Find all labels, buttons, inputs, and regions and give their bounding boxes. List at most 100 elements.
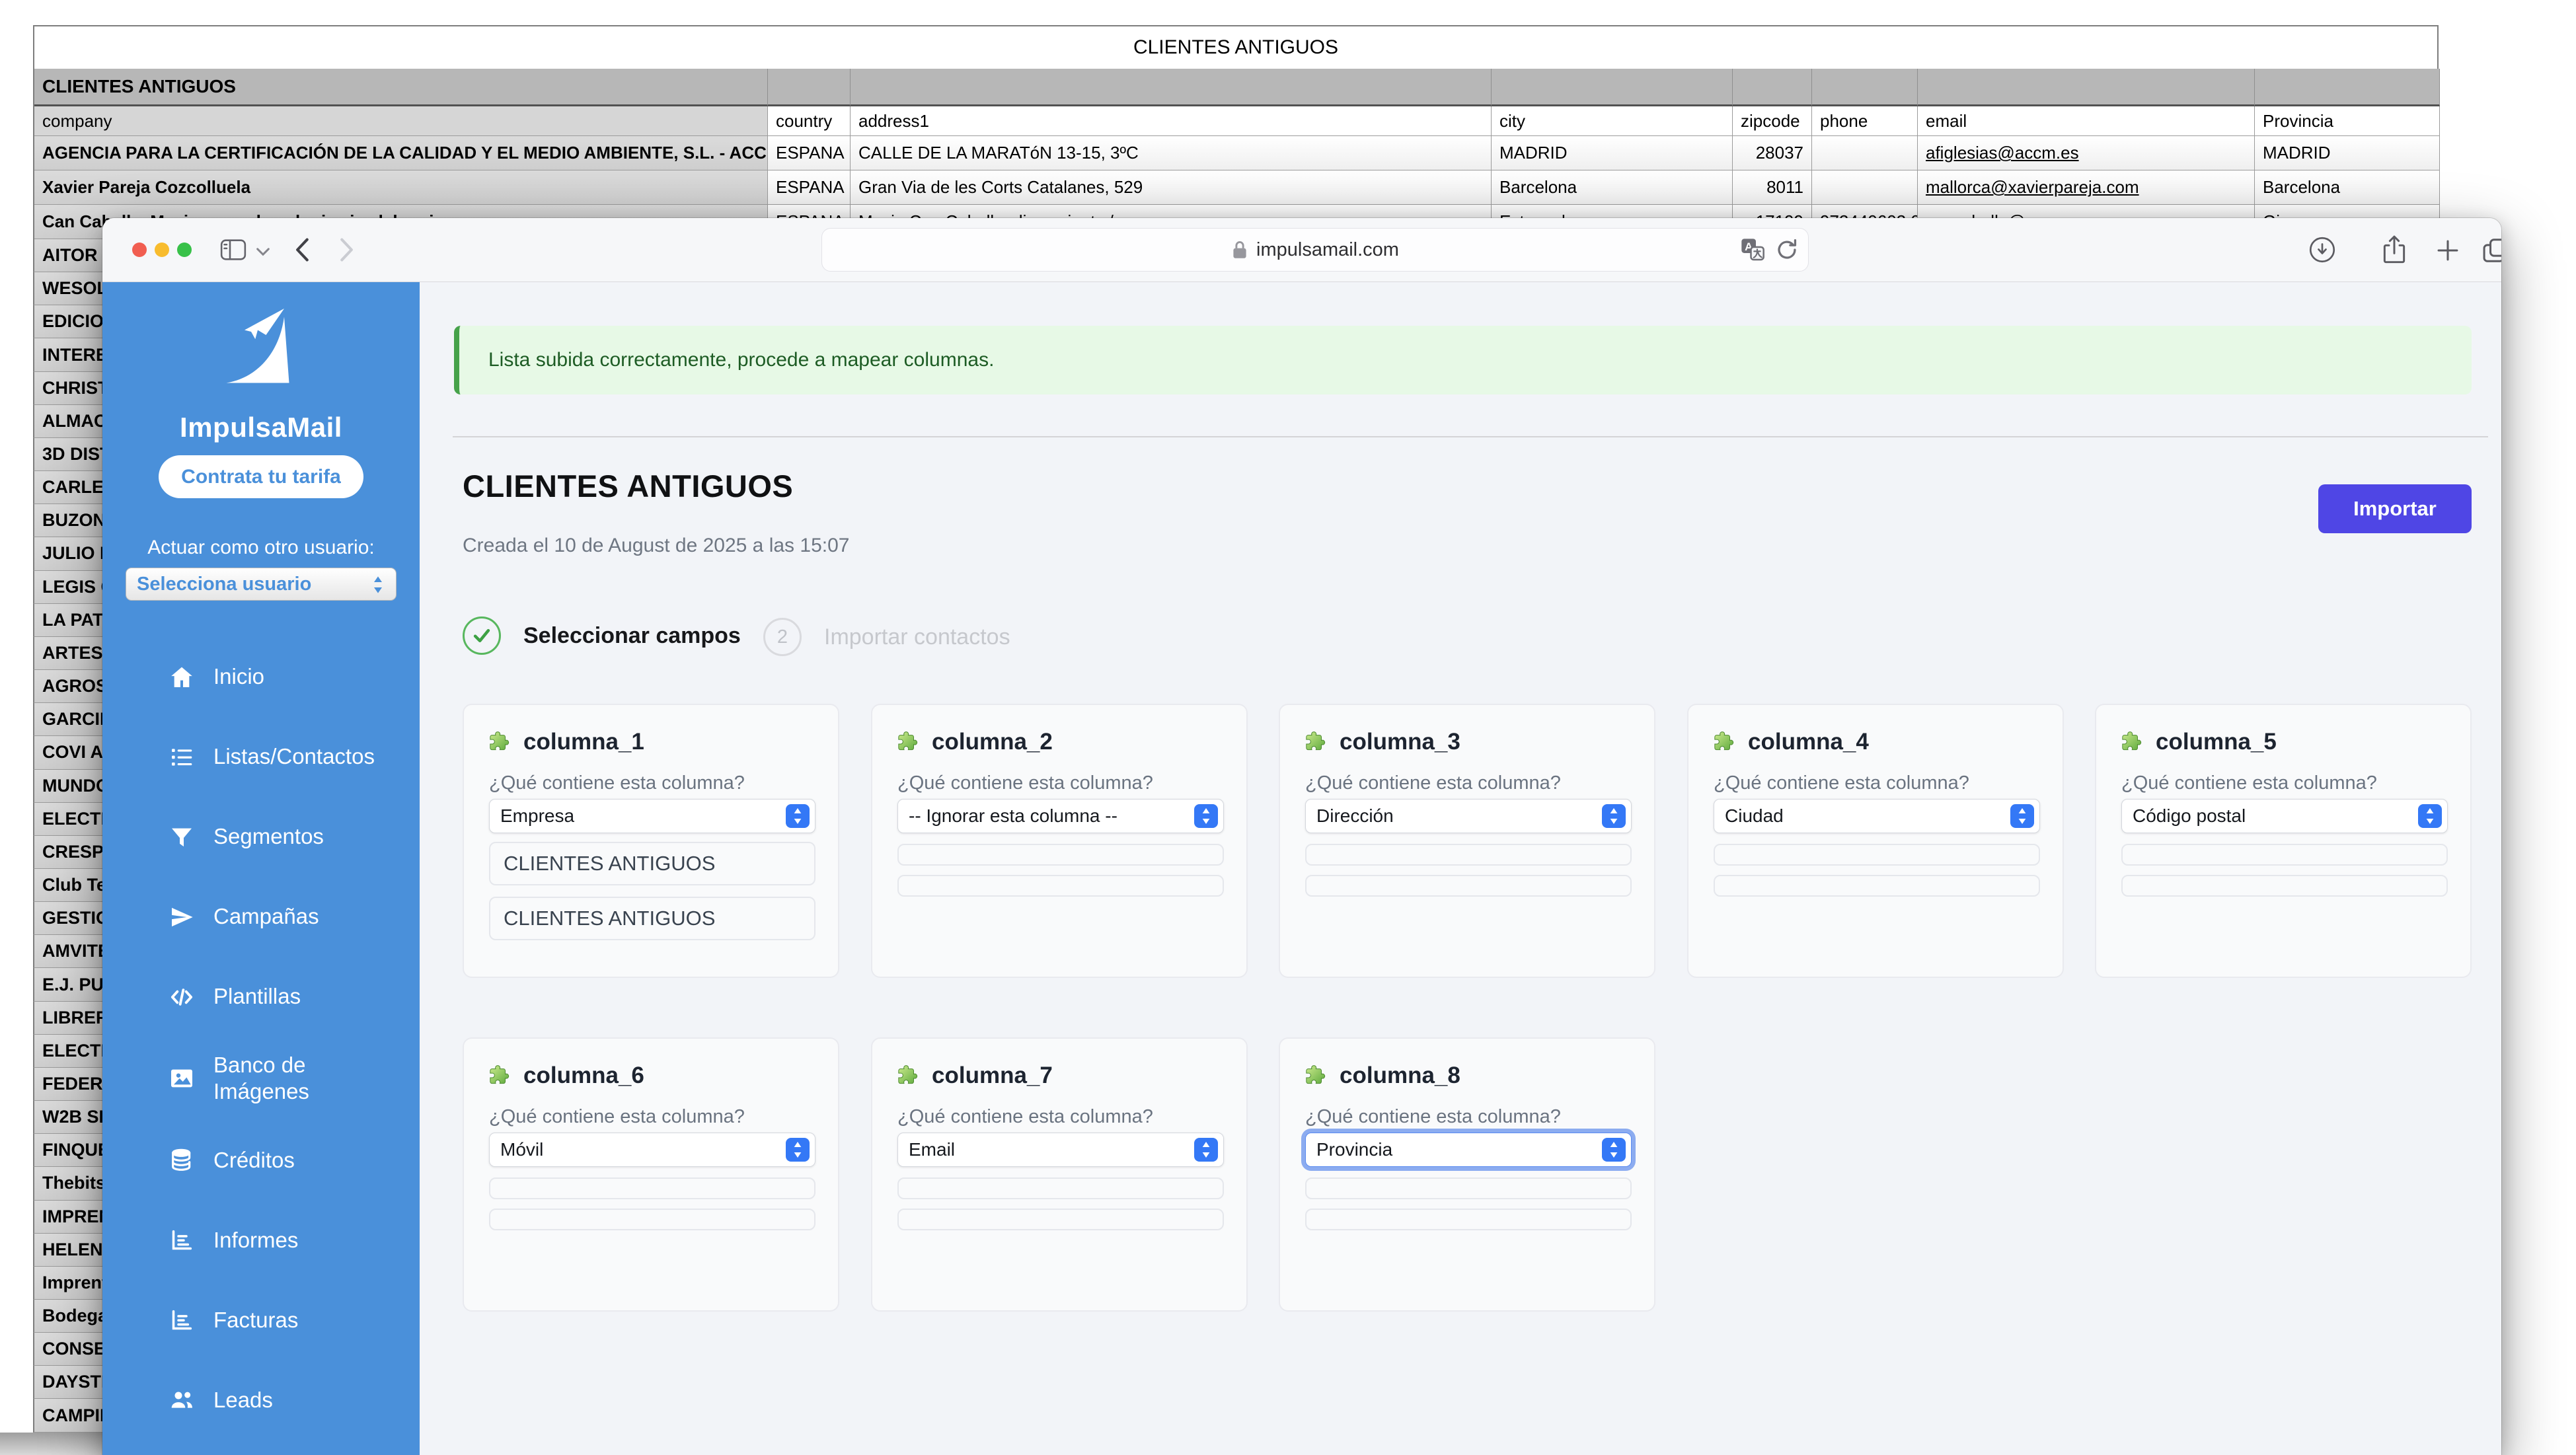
sheet-cell[interactable]: mallorca@xavierpareja.com xyxy=(1918,170,2255,205)
sheet-cell[interactable] xyxy=(1812,136,1918,170)
sheet-cell[interactable]: Barcelona xyxy=(1492,170,1733,205)
sheet-cell[interactable]: CALLE DE LA MARATóN 13-15, 3ºC xyxy=(851,136,1492,170)
sheet-cell[interactable] xyxy=(1812,69,1918,106)
column-field-select[interactable]: -- Ignorar esta columna -- xyxy=(897,799,1224,833)
sheet-cell[interactable]: afiglesias@accm.es xyxy=(1918,136,2255,170)
puzzle-icon xyxy=(486,729,513,755)
sheet-cell[interactable] xyxy=(1812,170,1918,205)
column-preview-row xyxy=(1714,875,2040,897)
zoom-window-button[interactable] xyxy=(177,243,192,257)
sheet-cell[interactable]: 8011 xyxy=(1733,170,1812,205)
reload-icon[interactable] xyxy=(1775,238,1799,262)
sidebar-item-listas-contactos[interactable]: Listas/Contactos xyxy=(102,732,420,782)
sheet-cell[interactable]: address1 xyxy=(851,106,1492,136)
share-icon[interactable] xyxy=(2381,234,2407,266)
sidebar-item-label: Campañas xyxy=(213,903,375,930)
url-text: impulsamail.com xyxy=(1256,239,1399,261)
sidebar-item-informes[interactable]: Informes xyxy=(102,1216,420,1265)
sheet-cell[interactable] xyxy=(1733,69,1812,106)
sheet-cell[interactable]: Provincia xyxy=(2255,106,2440,136)
browser-window: impulsamail.com A xyxy=(102,218,2501,1455)
sheet-cell[interactable] xyxy=(1918,69,2255,106)
sheet-cell[interactable]: company xyxy=(34,106,768,136)
column-field-select[interactable]: Dirección xyxy=(1305,799,1632,833)
sidebar-item-label: Banco de Imágenes xyxy=(213,1052,375,1105)
sheet-cell[interactable]: country xyxy=(768,106,851,136)
sidebar-item-label: Listas/Contactos xyxy=(213,743,375,770)
column-field-select[interactable]: Provincia xyxy=(1305,1133,1632,1167)
sheet-band-row[interactable]: CLIENTES ANTIGUOS xyxy=(33,69,2440,106)
sheet-header-row[interactable]: companycountryaddress1cityzipcodephoneem… xyxy=(33,106,2440,136)
step-import-contacts[interactable]: 2 Importar contactos xyxy=(763,618,1010,656)
sidebar-item-leads[interactable]: Leads xyxy=(102,1376,420,1425)
column-field-select[interactable]: Ciudad xyxy=(1714,799,2040,833)
sheet-row[interactable]: AGENCIA PARA LA CERTIFICACIÓN DE LA CALI… xyxy=(33,136,2440,170)
close-window-button[interactable] xyxy=(132,243,147,257)
column-field-select[interactable]: Email xyxy=(897,1133,1224,1167)
step-check-icon xyxy=(463,616,501,655)
home-icon xyxy=(169,664,195,690)
minimize-window-button[interactable] xyxy=(155,243,169,257)
address-bar[interactable]: impulsamail.com A xyxy=(821,228,1809,272)
sheet-cell[interactable]: 28037 xyxy=(1733,136,1812,170)
sheet-cell[interactable]: AGENCIA PARA LA CERTIFICACIÓN DE LA CALI… xyxy=(34,136,768,170)
sheet-cell[interactable]: MADRID xyxy=(1492,136,1733,170)
browser-toolbar: impulsamail.com A xyxy=(102,218,2501,282)
sidebar-item-plantillas[interactable]: Plantillas xyxy=(102,972,420,1022)
back-icon[interactable] xyxy=(294,236,310,264)
column-field-select[interactable]: Empresa xyxy=(489,799,815,833)
sheet-row[interactable]: Xavier Pareja CozcolluelaESPANAGran Via … xyxy=(33,170,2440,205)
step-select-fields[interactable]: Seleccionar campos xyxy=(463,616,741,655)
downloads-icon[interactable] xyxy=(2308,235,2337,264)
sheet-cell[interactable]: phone xyxy=(1812,106,1918,136)
users-icon xyxy=(169,1387,195,1413)
chevron-down-icon[interactable] xyxy=(256,247,270,256)
sidebar-item-label: Inicio xyxy=(213,663,375,690)
sheet-cell[interactable]: CLIENTES ANTIGUOS xyxy=(34,69,768,106)
sheet-cell[interactable]: zipcode xyxy=(1733,106,1812,136)
sheet-cell[interactable] xyxy=(768,69,851,106)
sidebar-item-campa-as[interactable]: Campañas xyxy=(102,892,420,942)
screen: CLIENTES ANTIGUOS CLIENTES ANTIGUOS comp… xyxy=(0,0,2576,1455)
sidebar-item-facturas[interactable]: Facturas xyxy=(102,1296,420,1345)
column-question-label: ¿Qué contiene esta columna? xyxy=(1714,772,1969,794)
sheet-cell[interactable]: Xavier Pareja Cozcolluela xyxy=(34,170,768,205)
tab-overview-icon[interactable] xyxy=(2481,237,2501,264)
column-preview-row xyxy=(1305,1177,1632,1199)
translate-icon[interactable]: A xyxy=(1739,237,1766,263)
contract-plan-button[interactable]: Contrata tu tarifa xyxy=(159,455,363,498)
funnel-icon xyxy=(169,824,195,850)
sheet-cell[interactable] xyxy=(851,69,1492,106)
select-stepper-icon xyxy=(786,1138,810,1162)
column-title: columna_5 xyxy=(2156,729,2277,755)
sidebar-item-segmentos[interactable]: Segmentos xyxy=(102,812,420,862)
import-button[interactable]: Importar xyxy=(2318,484,2472,533)
column-field-select[interactable]: Móvil xyxy=(489,1133,815,1167)
sidebar-item-inicio[interactable]: Inicio xyxy=(102,652,420,702)
page-title: CLIENTES ANTIGUOS xyxy=(463,468,793,504)
select-stepper-icon xyxy=(2010,804,2034,828)
sheet-cell[interactable] xyxy=(1492,69,1733,106)
select-value: Provincia xyxy=(1306,1139,1392,1160)
sheet-cell[interactable]: MADRID xyxy=(2255,136,2440,170)
select-stepper-icon xyxy=(1602,1138,1626,1162)
new-tab-icon[interactable] xyxy=(2435,238,2460,263)
puzzle-icon xyxy=(1303,729,1329,755)
column-preview-row xyxy=(897,1209,1224,1230)
sheet-cell[interactable]: ESPANA xyxy=(768,136,851,170)
column-field-select[interactable]: Código postal xyxy=(2121,799,2448,833)
sheet-cell[interactable]: city xyxy=(1492,106,1733,136)
sidebar-item-banco-de-im-genes[interactable]: Banco de Imágenes xyxy=(102,1052,420,1105)
sheet-cell[interactable]: ESPANA xyxy=(768,170,851,205)
sheet-cell[interactable] xyxy=(2255,69,2440,106)
sidebar-toggle-icon[interactable] xyxy=(220,238,246,262)
column-preview-row xyxy=(489,1177,815,1199)
user-select[interactable]: Selecciona usuario xyxy=(126,568,397,601)
forward-icon[interactable] xyxy=(339,236,355,264)
page-subtitle: Creada el 10 de August de 2025 a las 15:… xyxy=(463,535,849,557)
column-preview-row xyxy=(2121,875,2448,897)
sheet-cell[interactable]: Gran Via de les Corts Catalanes, 529 xyxy=(851,170,1492,205)
sheet-cell[interactable]: email xyxy=(1918,106,2255,136)
sheet-cell[interactable]: Barcelona xyxy=(2255,170,2440,205)
sidebar-item-cr-ditos[interactable]: Créditos xyxy=(102,1136,420,1185)
